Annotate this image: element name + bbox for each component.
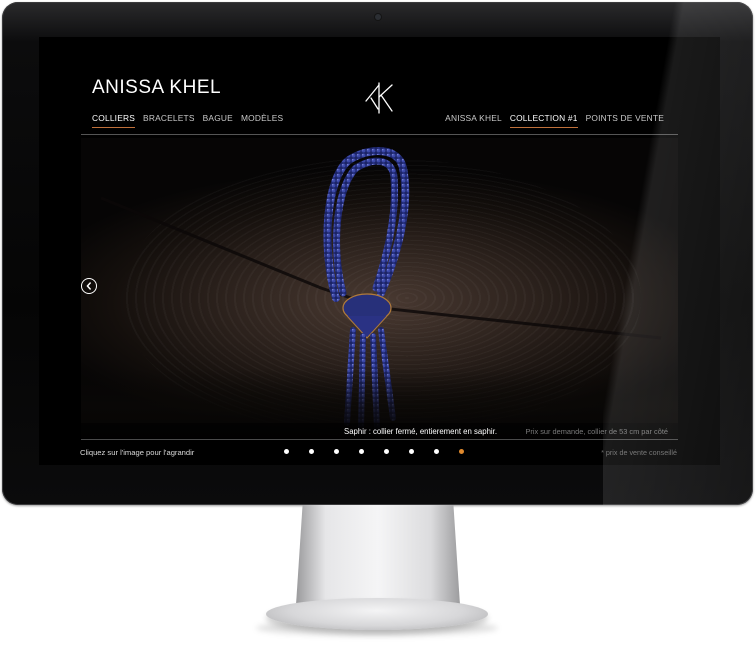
pagination-dot-active[interactable] bbox=[459, 449, 464, 454]
image-caption: Saphir : collier fermé, entierement en s… bbox=[344, 427, 497, 436]
pagination-dot[interactable] bbox=[334, 449, 339, 454]
pagination-dot[interactable] bbox=[284, 449, 289, 454]
nav-item-modeles[interactable]: MODÈLES bbox=[241, 113, 283, 128]
webcam-icon bbox=[375, 14, 381, 20]
brand-title[interactable]: ANISSA KHEL bbox=[92, 77, 221, 99]
monitor-stand-base bbox=[266, 598, 488, 630]
pagination-dot[interactable] bbox=[434, 449, 439, 454]
sapphire-necklace-photo[interactable]: Saphir : collier fermé, entierement en s… bbox=[81, 138, 678, 438]
nav-divider bbox=[81, 134, 678, 135]
screen: ANISSA KHEL COLLIERS BRACELETS BAGUE MOD… bbox=[39, 37, 720, 465]
nav-item-points-de-vente[interactable]: POINTS DE VENTE bbox=[586, 113, 664, 128]
ak-monogram-icon[interactable] bbox=[363, 81, 395, 115]
previous-image-button[interactable] bbox=[81, 278, 97, 294]
chevron-left-icon bbox=[86, 282, 91, 290]
pagination-dot[interactable] bbox=[359, 449, 364, 454]
nav-item-bracelets[interactable]: BRACELETS bbox=[143, 113, 195, 128]
pagination-dots bbox=[284, 449, 464, 454]
nav-item-bague[interactable]: BAGUE bbox=[203, 113, 233, 128]
price-note: Prix sur demande, collier de 53 cm par c… bbox=[525, 427, 668, 436]
nav-item-colliers[interactable]: COLLIERS bbox=[92, 113, 136, 128]
monitor-stand-neck bbox=[296, 505, 460, 605]
nav-sections: ANISSA KHEL COLLECTION #1 POINTS DE VENT… bbox=[445, 113, 664, 128]
monitor-bezel: ANISSA KHEL COLLIERS BRACELETS BAGUE MOD… bbox=[2, 2, 753, 505]
pagination-dot[interactable] bbox=[309, 449, 314, 454]
pagination-dot[interactable] bbox=[384, 449, 389, 454]
gallery-divider bbox=[81, 439, 678, 440]
price-footnote: * prix de vente conseillé bbox=[601, 448, 677, 457]
enlarge-hint: Cliquez sur l'image pour l'agrandir bbox=[80, 448, 195, 457]
pagination-dot[interactable] bbox=[409, 449, 414, 454]
nav-item-anissa-khel[interactable]: ANISSA KHEL bbox=[445, 113, 502, 128]
nav-item-collection-1[interactable]: COLLECTION #1 bbox=[509, 113, 578, 128]
nav-categories: COLLIERS BRACELETS BAGUE MODÈLES bbox=[92, 113, 283, 128]
